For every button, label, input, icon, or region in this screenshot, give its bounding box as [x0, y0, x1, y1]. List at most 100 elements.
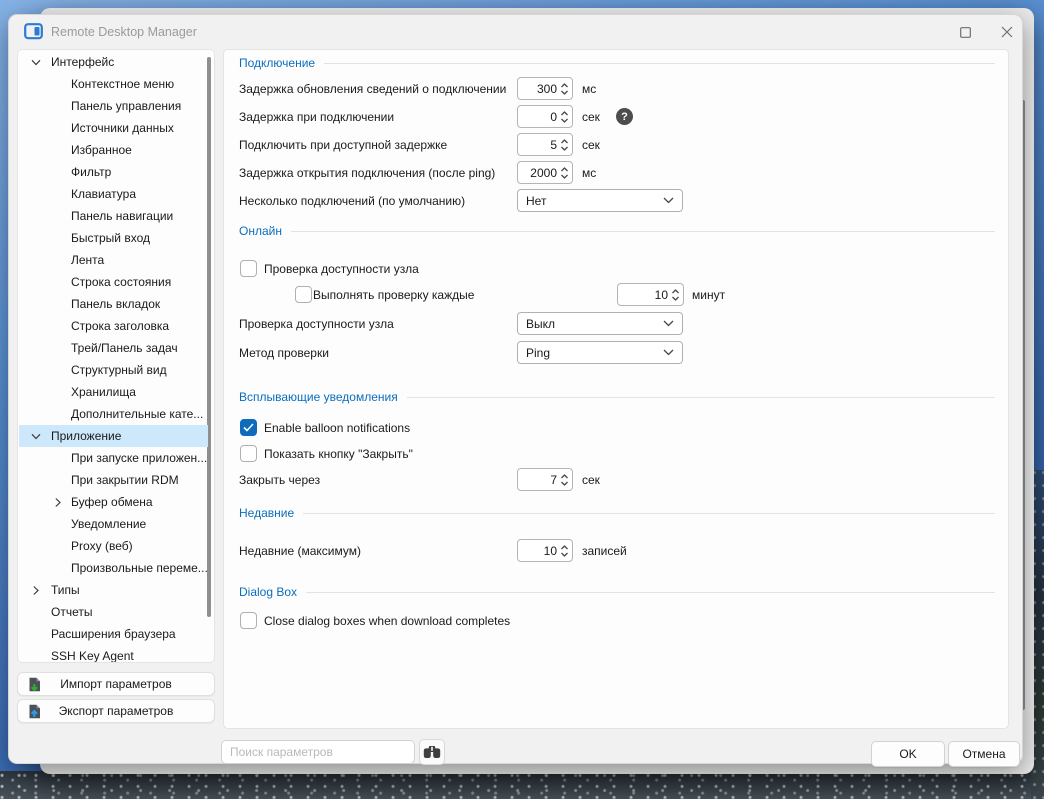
sidebar-item[interactable]: Буфер обмена: [19, 491, 208, 513]
sidebar-item-label: Proxy (веб): [71, 539, 133, 553]
setting-label: Задержка обновления сведений о подключен…: [239, 82, 507, 96]
sidebar-item-label: SSH Key Agent: [51, 649, 134, 663]
titlebar[interactable]: Remote Desktop Manager: [9, 15, 1022, 49]
sidebar-item[interactable]: Произвольные переме...: [19, 557, 208, 579]
sidebar-item[interactable]: Отчеты: [19, 601, 208, 623]
search-input[interactable]: [221, 740, 415, 764]
checkbox-label: Enable balloon notifications: [264, 421, 411, 435]
available-delay-spinner[interactable]: 5: [517, 133, 573, 156]
sidebar-item-label: Лента: [71, 253, 105, 267]
search-button[interactable]: [419, 739, 445, 765]
unit-label: минут: [692, 288, 726, 302]
sidebar-item-label: Фильтр: [71, 165, 112, 179]
checkbox-label: Проверка доступности узла: [264, 262, 419, 276]
spinner-arrows-icon[interactable]: [560, 543, 569, 559]
spinner-arrows-icon[interactable]: [560, 137, 569, 153]
chevron-down-icon[interactable]: [31, 57, 41, 67]
sidebar-item[interactable]: Клавиатура: [19, 183, 208, 205]
unit-label: мс: [582, 166, 597, 180]
recent-max-spinner[interactable]: 10: [517, 539, 573, 562]
sidebar-item[interactable]: Быстрый вход: [19, 227, 208, 249]
section-header-connection: Подключение: [239, 55, 995, 71]
sidebar-item[interactable]: Избранное: [19, 139, 208, 161]
show-close-button-checkbox[interactable]: [240, 445, 257, 462]
sidebar-item[interactable]: Уведомление: [19, 513, 208, 535]
sidebar-item[interactable]: Хранилища: [19, 381, 208, 403]
sidebar-item[interactable]: При закрытии RDM: [19, 469, 208, 491]
check-every-checkbox[interactable]: [295, 286, 312, 303]
sidebar-item[interactable]: Панель вкладок: [19, 293, 208, 315]
chevron-right-icon[interactable]: [53, 497, 63, 507]
sidebar-item[interactable]: Приложение: [19, 425, 208, 447]
sidebar-item[interactable]: Лента: [19, 249, 208, 271]
sidebar-item[interactable]: Источники данных: [19, 117, 208, 139]
section-title: Всплывающие уведомления: [239, 390, 398, 404]
close-after-spinner[interactable]: 7: [517, 468, 573, 491]
sidebar-item[interactable]: SSH Key Agent: [19, 645, 208, 663]
spinner-arrows-icon[interactable]: [560, 472, 569, 488]
checkbox-label: Close dialog boxes when download complet…: [264, 614, 511, 628]
sidebar-item[interactable]: При запуске приложен...: [19, 447, 208, 469]
chevron-right-icon[interactable]: [31, 585, 41, 595]
close-dialog-checkbox[interactable]: [240, 612, 257, 629]
spinner-value: 10: [543, 543, 557, 558]
sidebar-item[interactable]: Контекстное меню: [19, 73, 208, 95]
dropdown-value: Ping: [526, 345, 551, 360]
section-title: Подключение: [239, 56, 316, 70]
spinner-arrows-icon[interactable]: [560, 109, 569, 125]
host-check-dropdown[interactable]: Выкл: [517, 312, 683, 335]
help-icon[interactable]: ?: [616, 108, 633, 125]
unit-label: сек: [582, 473, 600, 487]
spinner-arrows-icon[interactable]: [560, 81, 569, 97]
import-icon: [29, 677, 40, 692]
cancel-button[interactable]: Отмена: [948, 741, 1020, 767]
check-interval-spinner[interactable]: 10: [617, 283, 684, 306]
sidebar-item[interactable]: Расширения браузера: [19, 623, 208, 645]
sidebar-item[interactable]: Структурный вид: [19, 359, 208, 381]
export-settings-button[interactable]: Экспорт параметров: [17, 699, 215, 723]
sidebar-item[interactable]: Панель управления: [19, 95, 208, 117]
sidebar-item[interactable]: Трей/Панель задач: [19, 337, 208, 359]
sidebar-item[interactable]: Дополнительные кате...: [19, 403, 208, 425]
balloon-notifications-checkbox[interactable]: [240, 419, 257, 436]
connect-delay-spinner[interactable]: 0: [517, 105, 573, 128]
open-delay-spinner[interactable]: 2000: [517, 161, 573, 184]
sidebar-item[interactable]: Интерфейс: [19, 51, 208, 73]
sidebar-item-label: Интерфейс: [51, 55, 115, 69]
sidebar-item-label: Дополнительные кате...: [71, 407, 204, 421]
sidebar-item[interactable]: Панель навигации: [19, 205, 208, 227]
dropdown-value: Выкл: [526, 316, 556, 331]
import-settings-button[interactable]: Импорт параметров: [17, 672, 215, 696]
sidebar-item-label: Произвольные переме...: [71, 561, 208, 575]
sidebar-item[interactable]: Proxy (веб): [19, 535, 208, 557]
refresh-delay-spinner[interactable]: 300: [517, 77, 573, 100]
setting-row: Несколько подключений (по умолчанию) Нет: [224, 189, 1008, 213]
unit-label: записей: [582, 544, 627, 558]
setting-row: Метод проверки Ping: [224, 341, 1008, 365]
chevron-down-icon: [663, 349, 674, 356]
setting-row: Подключить при доступной задержке 5 сек: [224, 133, 1008, 157]
chevron-down-icon[interactable]: [31, 431, 41, 441]
sidebar-item[interactable]: Строка заголовка: [19, 315, 208, 337]
setting-row: Недавние (максимум) 10 записей: [224, 539, 1008, 563]
ok-button[interactable]: OK: [871, 741, 945, 767]
sidebar-item[interactable]: Строка состояния: [19, 271, 208, 293]
setting-label: Задержка при подключении: [239, 110, 395, 124]
close-button[interactable]: [993, 18, 1021, 46]
check-method-dropdown[interactable]: Ping: [517, 341, 683, 364]
multi-connection-dropdown[interactable]: Нет: [517, 189, 683, 212]
section-header-balloon: Всплывающие уведомления: [239, 389, 995, 405]
checkbox-label: Показать кнопку "Закрыть": [264, 447, 413, 461]
ok-button-label: OK: [899, 747, 917, 761]
settings-dialog: Remote Desktop Manager Интерфейс Контекст…: [8, 14, 1023, 767]
spinner-arrows-icon[interactable]: [671, 287, 680, 303]
host-availability-checkbox[interactable]: [240, 260, 257, 277]
setting-row: Enable balloon notifications: [224, 416, 1008, 440]
spinner-arrows-icon[interactable]: [560, 165, 569, 181]
sidebar-item-label: Строка заголовка: [71, 319, 170, 333]
sidebar-item[interactable]: Фильтр: [19, 161, 208, 183]
setting-label: Несколько подключений (по умолчанию): [239, 194, 466, 208]
maximize-button[interactable]: [951, 18, 979, 46]
setting-row: Проверка доступности узла: [224, 257, 1008, 281]
sidebar-item[interactable]: Типы: [19, 579, 208, 601]
